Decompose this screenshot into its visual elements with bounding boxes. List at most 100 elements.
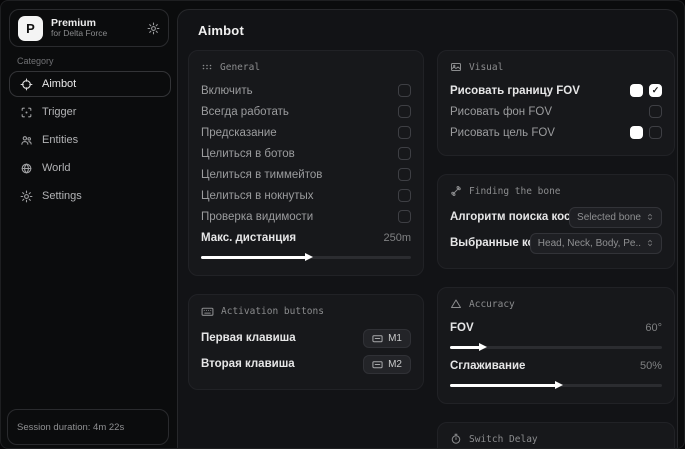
smoothing-row: Сглаживание 50% xyxy=(450,355,662,376)
toggle-row-aim-knocked: Целиться в нокнутых xyxy=(201,185,411,206)
slider-fill xyxy=(201,256,306,259)
checkbox[interactable] xyxy=(398,126,411,139)
chevron-up-down-icon xyxy=(646,212,654,222)
trigger-icon xyxy=(20,106,33,119)
bone-algorithm-row: Алгоритм поиска костей Selected bone xyxy=(450,204,662,230)
slider-value: 250m xyxy=(383,232,411,244)
row-label: Первая клавиша xyxy=(201,332,296,344)
section-title: Switch Delay xyxy=(469,434,538,445)
row-label: Рисовать фон FOV xyxy=(450,106,552,118)
row-label: Целиться в тиммейтов xyxy=(201,169,322,181)
sidebar-item-label: Trigger xyxy=(42,106,76,118)
slider-thumb[interactable] xyxy=(555,381,563,389)
accuracy-card: Accuracy FOV 60° Сглаживание 50% xyxy=(437,287,675,404)
grid-icon xyxy=(201,61,213,73)
section-title: Accuracy xyxy=(469,299,515,310)
bone-selected-row: Выбранные кости Head, Neck, Body, Pe.. xyxy=(450,230,662,256)
left-column: General Включить Всегда работать Предска… xyxy=(188,50,424,408)
accuracy-card-header: Accuracy xyxy=(450,298,662,310)
section-title: Visual xyxy=(469,62,503,73)
dropdown-value: Selected bone xyxy=(577,212,641,223)
toggle-row-enable: Включить xyxy=(201,80,411,101)
session-duration: Session duration: 4m 22s xyxy=(17,422,124,433)
sidebar-item-label: Entities xyxy=(42,134,78,146)
checkbox[interactable] xyxy=(398,84,411,97)
sidebar-item-world[interactable]: World xyxy=(9,155,171,181)
color-swatch[interactable] xyxy=(630,126,643,139)
visual-row-fov-background: Рисовать фон FOV xyxy=(450,101,662,122)
slider-label: Макс. дистанция xyxy=(201,232,296,244)
settings-gear-icon xyxy=(20,190,33,203)
max-distance-slider[interactable] xyxy=(201,256,411,259)
section-title: Activation buttons xyxy=(221,306,324,317)
row-label: Предсказание xyxy=(201,127,277,139)
bone-algorithm-select[interactable]: Selected bone xyxy=(569,207,662,228)
toggle-row-aim-teammates: Целиться в тиммейтов xyxy=(201,164,411,185)
gear-icon[interactable] xyxy=(147,22,160,35)
fov-slider[interactable] xyxy=(450,346,662,349)
slider-fill xyxy=(450,384,556,387)
toggle-row-aim-bots: Целиться в ботов xyxy=(201,143,411,164)
sidebar-item-trigger[interactable]: Trigger xyxy=(9,99,171,125)
slider-fill xyxy=(450,346,480,349)
activation-card-header: Activation buttons xyxy=(201,305,411,318)
row-label: Рисовать цель FOV xyxy=(450,127,555,139)
row-label: Рисовать границу FOV xyxy=(450,85,580,97)
checkbox[interactable] xyxy=(398,168,411,181)
row-label: Вторая клавиша xyxy=(201,358,295,370)
keybind-button-second[interactable]: M2 xyxy=(363,355,411,374)
keybind-button-first[interactable]: M1 xyxy=(363,329,411,348)
timer-icon xyxy=(450,433,462,445)
dropdown-value: Head, Neck, Body, Pe.. xyxy=(538,238,641,249)
toggle-row-visibility-check: Проверка видимости xyxy=(201,206,411,227)
visual-row-fov-border: Рисовать границу FOV ✓ xyxy=(450,80,662,101)
visual-row-fov-target: Рисовать цель FOV xyxy=(450,122,662,143)
checkbox[interactable] xyxy=(398,147,411,160)
checkbox-checked[interactable]: ✓ xyxy=(649,84,662,97)
checkbox[interactable] xyxy=(398,189,411,202)
row-controls: ✓ xyxy=(630,84,662,97)
section-title: Finding the bone xyxy=(469,186,561,197)
main-panel: Aimbot General xyxy=(177,9,678,449)
visual-card: Visual Рисовать границу FOV ✓ Рисовать ф… xyxy=(437,50,675,156)
category-label: Category xyxy=(17,56,54,66)
general-card: General Включить Всегда работать Предска… xyxy=(188,50,424,276)
keybind-value: M1 xyxy=(388,333,402,344)
sidebar-item-settings[interactable]: Settings xyxy=(9,183,171,209)
checkbox[interactable] xyxy=(398,105,411,118)
sidebar-item-aimbot[interactable]: Aimbot xyxy=(9,71,171,97)
page-title: Aimbot xyxy=(178,10,677,38)
switch-delay-card-header: Switch Delay xyxy=(450,433,662,445)
color-swatch[interactable] xyxy=(630,84,643,97)
world-icon xyxy=(20,162,33,175)
activation-card: Activation buttons Первая клавиша M1 xyxy=(188,294,424,390)
row-label: Алгоритм поиска костей xyxy=(450,211,569,223)
slider-thumb[interactable] xyxy=(479,343,487,351)
keybind-row-first: Первая клавиша M1 xyxy=(201,325,411,351)
crosshair-icon xyxy=(20,78,33,91)
brand-subtitle: for Delta Force xyxy=(51,29,139,39)
right-column: Visual Рисовать границу FOV ✓ Рисовать ф… xyxy=(437,50,675,449)
slider-label: Сглаживание xyxy=(450,360,525,372)
toggle-row-always-work: Всегда работать xyxy=(201,101,411,122)
toggle-row-prediction: Предсказание xyxy=(201,122,411,143)
checkbox[interactable] xyxy=(649,105,662,118)
checkbox[interactable] xyxy=(398,210,411,223)
fov-row: FOV 60° xyxy=(450,317,662,338)
visual-card-header: Visual xyxy=(450,61,662,73)
premium-card: P Premium for Delta Force xyxy=(9,9,169,47)
max-distance-row: Макс. дистанция 250m xyxy=(201,227,411,248)
row-label: Целиться в ботов xyxy=(201,148,295,160)
sidebar-item-entities[interactable]: Entities xyxy=(9,127,171,153)
checkbox[interactable] xyxy=(649,126,662,139)
content-columns: General Включить Всегда работать Предска… xyxy=(178,38,677,449)
app-window: P Premium for Delta Force Category xyxy=(0,0,685,449)
smoothing-slider[interactable] xyxy=(450,384,662,387)
brand-logo: P xyxy=(18,16,43,41)
general-card-header: General xyxy=(201,61,411,73)
slider-thumb[interactable] xyxy=(305,253,313,261)
bone-card-header: Finding the bone xyxy=(450,185,662,197)
bones-select[interactable]: Head, Neck, Body, Pe.. xyxy=(530,233,662,254)
sidebar-item-label: Aimbot xyxy=(42,78,76,90)
brand-text: Premium for Delta Force xyxy=(51,17,139,39)
